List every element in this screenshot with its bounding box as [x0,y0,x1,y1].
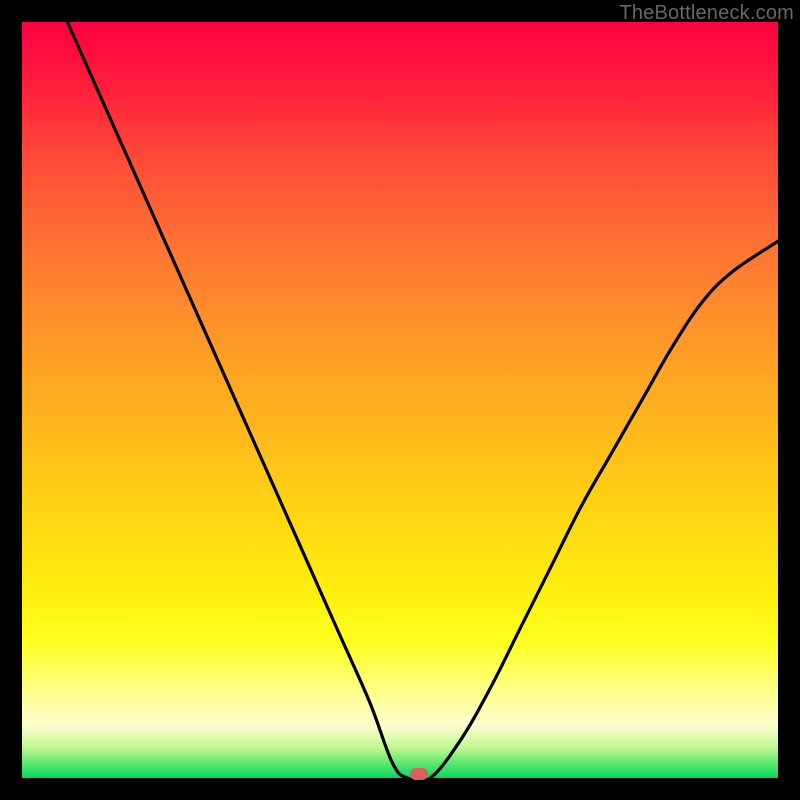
chart-container: TheBottleneck.com [0,0,800,800]
optimal-marker [410,768,428,780]
bottleneck-curve [22,22,778,778]
watermark: TheBottleneck.com [619,2,794,25]
